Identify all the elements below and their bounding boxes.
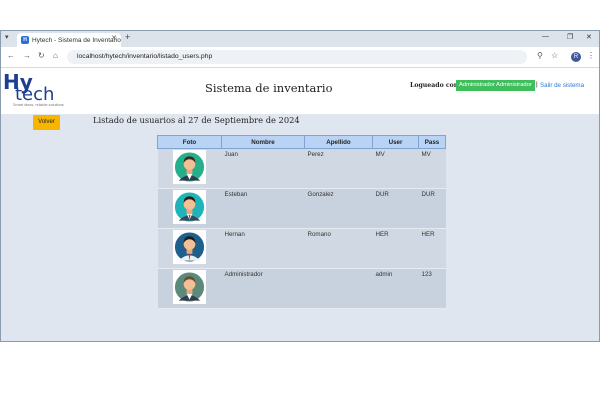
user-badge: Administrador Administrador (456, 80, 535, 91)
table-row: Administrador admin 123 (157, 268, 446, 309)
favicon-icon: H (21, 36, 29, 44)
header-user: User (372, 135, 419, 149)
cell-nombre: Administrador (221, 268, 305, 309)
site-header: Hy tech Smart ideas, reliable solutions … (1, 68, 599, 114)
table-row: Esteban Gonzalez DUR DUR (157, 188, 446, 229)
reload-icon[interactable]: ↻ (38, 51, 45, 60)
photo-cell (157, 228, 222, 269)
cell-user: MV (372, 148, 419, 189)
minimize-icon[interactable]: — (542, 33, 549, 40)
header-foto: Foto (157, 135, 222, 149)
cell-pass: MV (418, 148, 446, 189)
browser-tab[interactable]: H Hytech - Sistema de Inventario ✕ (17, 33, 121, 47)
url-text: localhost/hytech/inventario/listado_user… (77, 53, 213, 60)
cell-nombre: Juan (221, 148, 305, 189)
cell-pass: 123 (418, 268, 446, 309)
profile-avatar[interactable]: R (571, 52, 581, 62)
home-icon[interactable]: ⌂ (53, 51, 58, 60)
list-title: Listado de usuarios al 27 de Septiembre … (93, 115, 300, 125)
cell-pass: HER (418, 228, 446, 269)
cell-nombre: Esteban (221, 188, 305, 229)
user-avatar-icon (173, 270, 206, 304)
cell-user: admin (372, 268, 419, 309)
forward-arrow-icon[interactable]: → (23, 51, 31, 60)
navigation-bar: ← → ↻ ⌂ localhost/hytech/inventario/list… (1, 47, 599, 68)
zoom-icon[interactable]: ⚲ (537, 51, 543, 60)
close-tab-icon[interactable]: ✕ (111, 34, 117, 42)
photo-cell (157, 188, 222, 229)
table-row: Juan Perez MV MV (157, 148, 446, 189)
user-avatar-icon (173, 150, 206, 184)
cell-apellido: Perez (304, 148, 373, 189)
header-apellido: Apellido (304, 135, 373, 149)
page-content: Hy tech Smart ideas, reliable solutions … (1, 68, 599, 341)
back-button[interactable]: Volver (33, 115, 60, 130)
table-header-row: Foto Nombre Apellido User Pass (157, 135, 446, 149)
restore-icon[interactable]: ❐ (567, 33, 573, 41)
hytech-logo[interactable]: Hy tech Smart ideas, reliable solutions (3, 70, 73, 110)
bookmark-star-icon[interactable]: ☆ (551, 51, 558, 60)
cell-apellido: Gonzalez (304, 188, 373, 229)
header-nombre: Nombre (221, 135, 305, 149)
photo-cell (157, 268, 222, 309)
tab-bar: ▾ H Hytech - Sistema de Inventario ✕ + —… (1, 31, 599, 47)
app-title: Sistema de inventario (205, 81, 333, 95)
address-bar[interactable]: localhost/hytech/inventario/listado_user… (67, 50, 527, 64)
cell-nombre: Hernan (221, 228, 305, 269)
tab-search-icon[interactable]: ▾ (5, 33, 9, 41)
header-separator: | (536, 81, 538, 88)
back-arrow-icon[interactable]: ← (7, 51, 15, 60)
cell-user: HER (372, 228, 419, 269)
table-row: Hernan Romano HER HER (157, 228, 446, 269)
new-tab-icon[interactable]: + (125, 32, 130, 42)
cell-apellido: Romano (304, 228, 373, 269)
photo-cell (157, 148, 222, 189)
cell-apellido (304, 268, 373, 309)
browser-menu-icon[interactable]: ⋮ (587, 51, 595, 60)
browser-window: ▾ H Hytech - Sistema de Inventario ✕ + —… (0, 30, 600, 342)
tab-title: Hytech - Sistema de Inventario (32, 36, 121, 44)
header-pass: Pass (418, 135, 446, 149)
user-avatar-icon (173, 230, 206, 264)
users-table: Foto Nombre Apellido User Pass Juan Pere… (157, 135, 446, 309)
close-window-icon[interactable]: ✕ (586, 33, 592, 41)
cell-user: DUR (372, 188, 419, 229)
user-avatar-icon (173, 190, 206, 224)
logo-tech: tech (15, 84, 55, 105)
logout-link[interactable]: Salir de sistema (540, 82, 584, 89)
logo-slogan: Smart ideas, reliable solutions (13, 103, 64, 107)
cell-pass: DUR (418, 188, 446, 229)
